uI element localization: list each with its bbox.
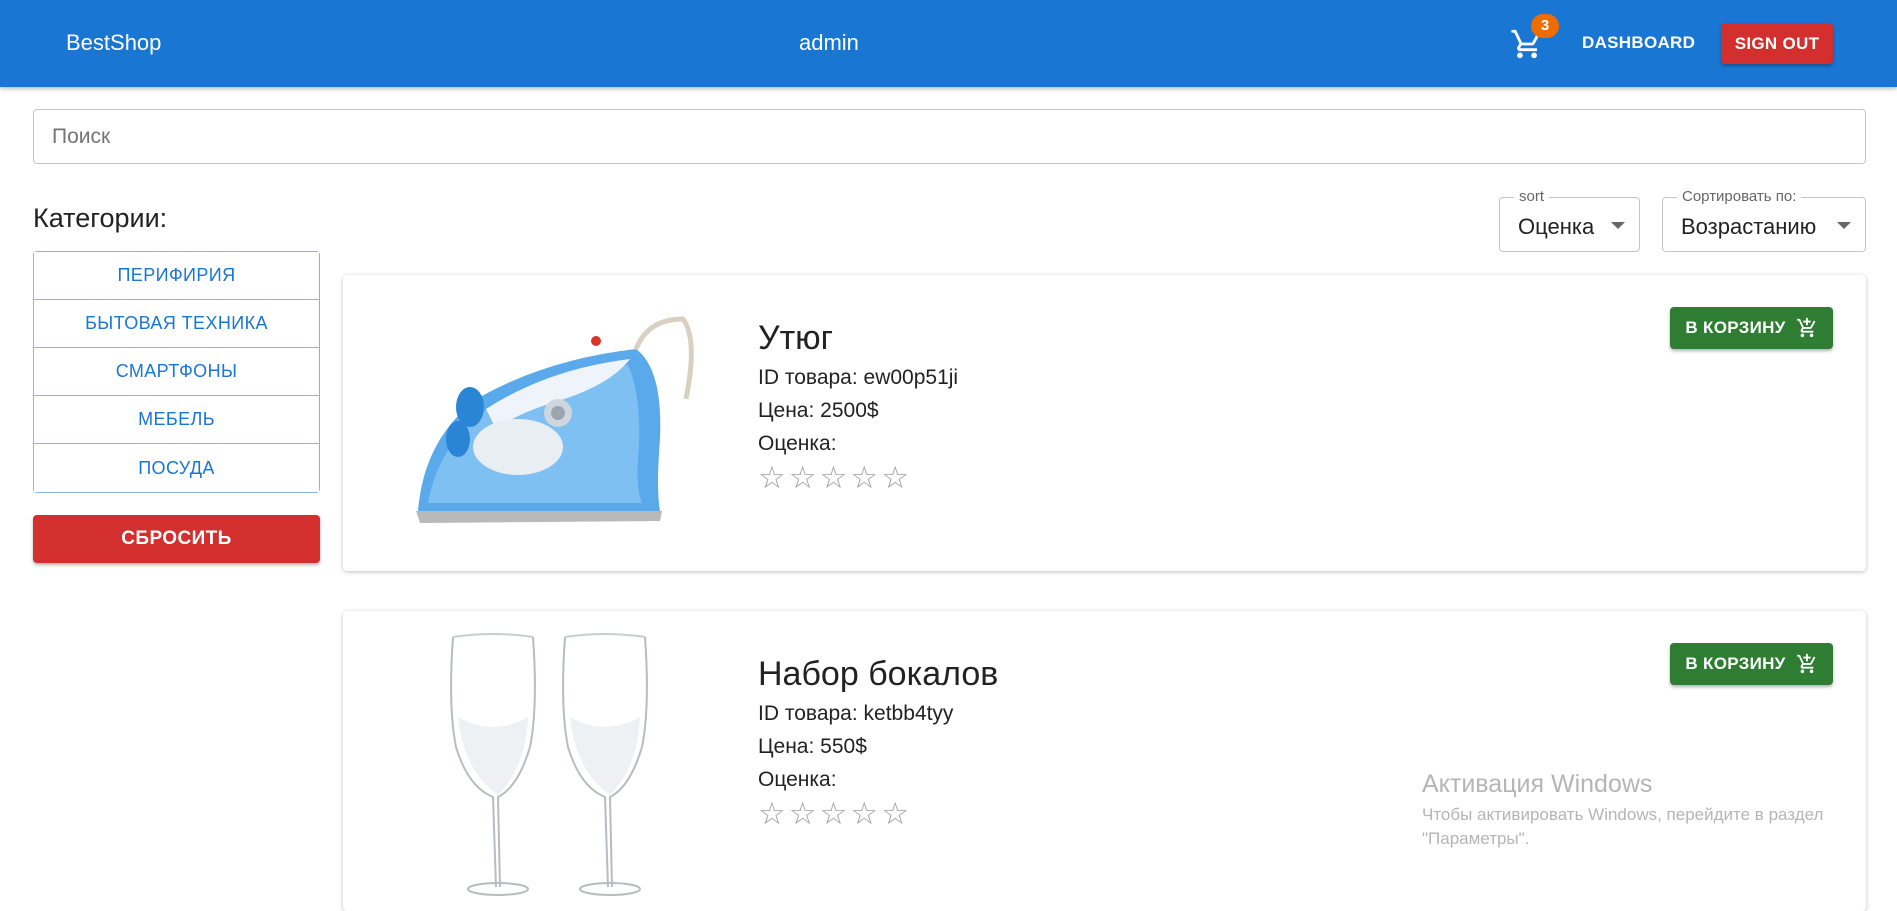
watermark-line: Чтобы активировать Windows, перейдите в … [1422,805,1824,824]
add-shopping-cart-icon [1796,653,1815,674]
product-rating[interactable]: ☆ ☆ ☆ ☆ ☆ [758,462,909,493]
wine-glasses-image [450,633,648,896]
product-name: Набор бокалов [758,655,999,693]
star-icon[interactable]: ☆ [820,798,848,829]
username-label: admin [799,30,859,55]
product-id: ID товара: ew00p51ji [758,366,959,389]
product-id: ID товара: ketbb4tyy [758,702,954,725]
sort-field-label: sort [1514,188,1550,205]
star-icon[interactable]: ☆ [758,462,786,493]
category-button-group: ПЕРИФИРИЯ БЫТОВАЯ ТЕХНИКА СМАРТФОНЫ МЕБЕ… [33,251,320,493]
star-icon[interactable]: ☆ [789,462,817,493]
iron-image [416,316,694,523]
chevron-down-icon [1611,222,1625,229]
add-to-cart-label: В КОРЗИНУ [1685,318,1786,337]
add-to-cart-button[interactable]: В КОРЗИНУ [1670,307,1833,349]
product-rating-label: Оценка: [758,768,837,791]
product-rating[interactable]: ☆ ☆ ☆ ☆ ☆ [758,798,909,829]
category-button-dishes[interactable]: ПОСУДА [34,444,319,492]
product-card: Утюг ID товара: ew00p51ji Цена: 2500$ Оц… [343,275,1866,571]
star-icon[interactable]: ☆ [820,462,848,493]
star-icon[interactable]: ☆ [789,798,817,829]
star-icon[interactable]: ☆ [758,798,786,829]
sort-order-select[interactable]: Сортировать по: Возрастанию [1662,188,1866,252]
product-card: Набор бокалов ID товара: ketbb4tyy Цена:… [343,611,1866,911]
dashboard-button[interactable]: DASHBOARD [1572,23,1705,63]
product-rating-label: Оценка: [758,432,837,455]
sort-field-select[interactable]: sort Оценка [1499,188,1640,252]
app-bar: BestShop admin 3 DASHBOARD SIGN OUT [0,0,1897,87]
sort-field-value: Оценка [1518,214,1595,239]
watermark-line: "Параметры". [1422,829,1530,848]
add-to-cart-button[interactable]: В КОРЗИНУ [1670,643,1833,685]
product-price: Цена: 550$ [758,735,867,758]
categories-title: Категории: [33,203,168,233]
watermark-title: Активация Windows [1422,770,1653,798]
category-button-smartphones[interactable]: СМАРТФОНЫ [34,348,319,396]
brand-logo-text[interactable]: BestShop [66,30,161,56]
sort-order-label: Сортировать по: [1677,188,1802,205]
category-button-periphery[interactable]: ПЕРИФИРИЯ [34,252,319,300]
star-icon[interactable]: ☆ [850,462,878,493]
category-button-appliances[interactable]: БЫТОВАЯ ТЕХНИКА [34,300,319,348]
product-name: Утюг [758,319,834,357]
windows-activation-watermark: Активация Windows Чтобы активировать Win… [1422,770,1823,851]
chevron-down-icon [1837,222,1851,229]
star-icon[interactable]: ☆ [850,798,878,829]
star-icon[interactable]: ☆ [881,798,909,829]
add-shopping-cart-icon [1796,317,1815,338]
add-to-cart-label: В КОРЗИНУ [1685,654,1786,673]
reset-filters-button[interactable]: СБРОСИТЬ [33,515,320,563]
search-input[interactable] [33,109,1866,164]
star-icon[interactable]: ☆ [881,462,909,493]
sort-order-value: Возрастанию [1681,214,1817,239]
cart-count-badge: 3 [1531,14,1559,38]
sign-out-button[interactable]: SIGN OUT [1721,23,1833,64]
category-button-furniture[interactable]: МЕБЕЛЬ [34,396,319,444]
product-price: Цена: 2500$ [758,399,879,422]
